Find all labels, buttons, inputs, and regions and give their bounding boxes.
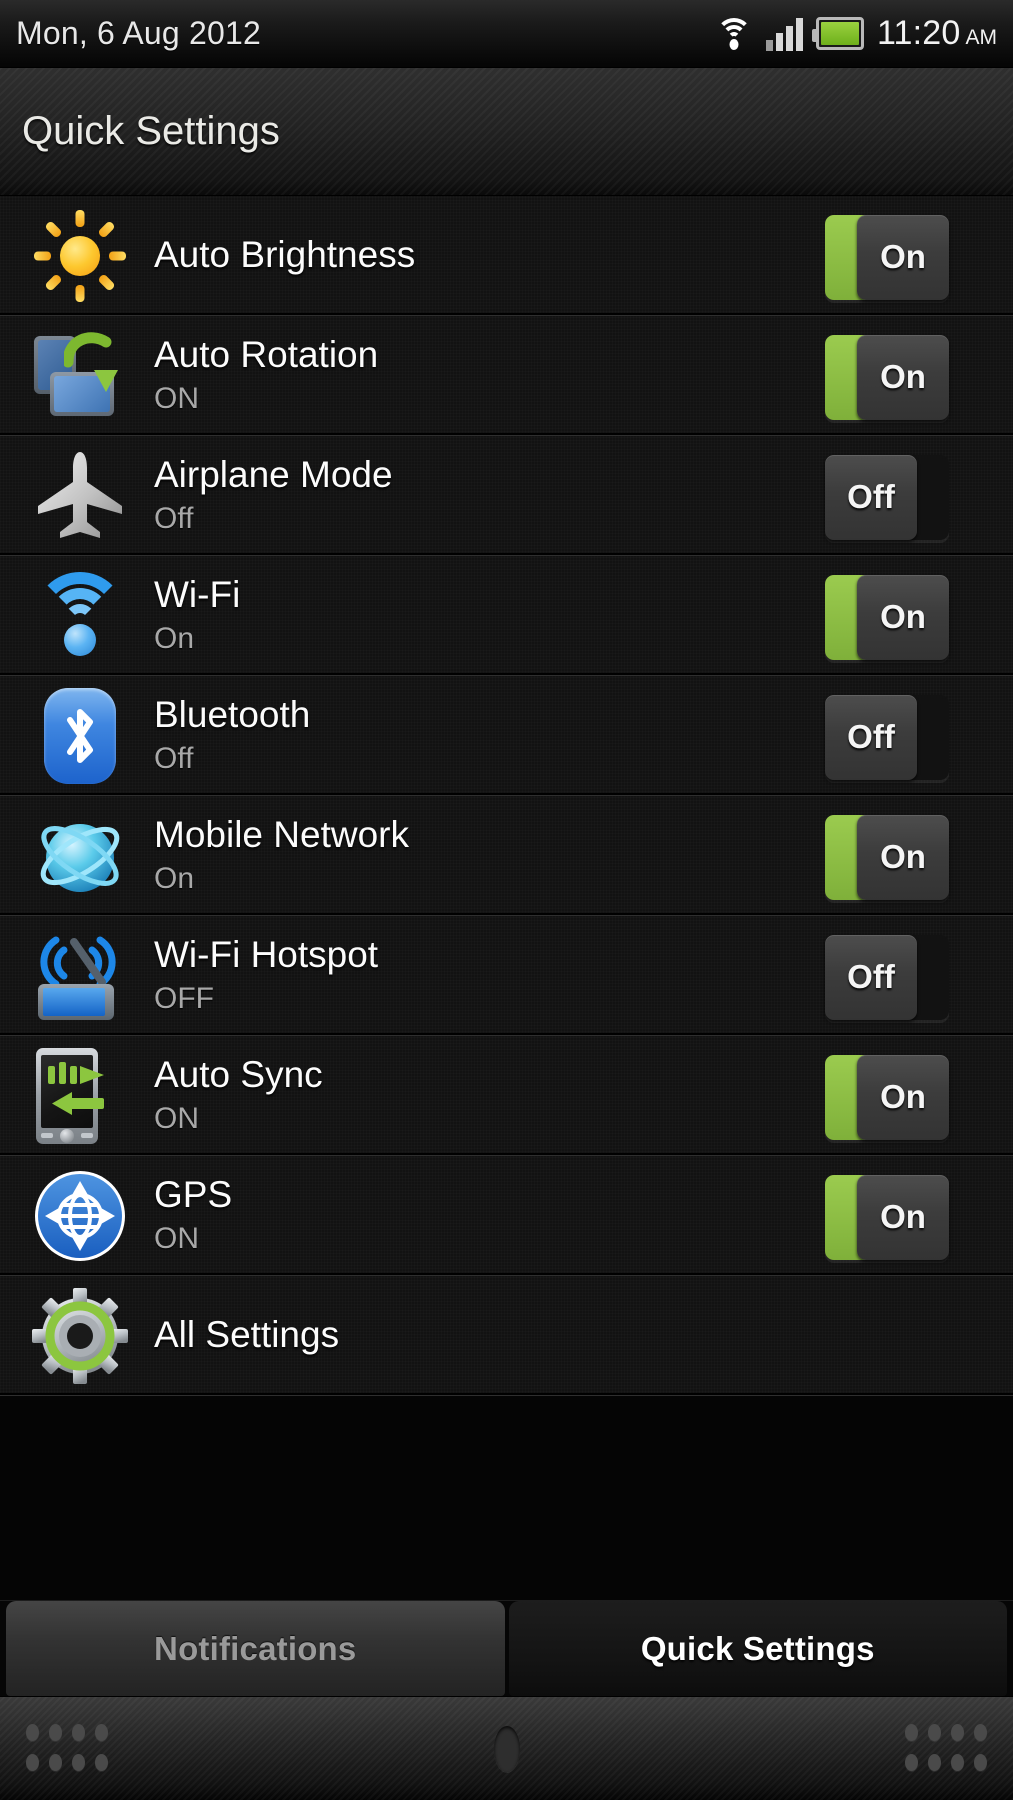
toggle-label: On [880, 598, 926, 635]
setting-row-text: GPS ON [132, 1164, 817, 1268]
setting-row-bluetooth[interactable]: Bluetooth Off Off [0, 676, 1013, 796]
toggle-gps[interactable]: On [817, 1156, 1013, 1276]
gps-icon [28, 1164, 132, 1268]
handle-center-grip [493, 1725, 520, 1772]
toggle-auto-sync[interactable]: On [817, 1036, 1013, 1156]
toggle-label: On [880, 1198, 926, 1235]
setting-subtitle: ON [154, 1102, 199, 1136]
setting-row-wifi-hotspot[interactable]: Wi-Fi Hotspot OFF Off [0, 916, 1013, 1036]
setting-subtitle: Off [154, 742, 194, 776]
auto-rotation-icon [28, 324, 132, 428]
toggle-label: On [880, 358, 926, 395]
setting-title: Airplane Mode [154, 454, 393, 496]
status-bar: Mon, 6 Aug 2012 11:20 AM [0, 0, 1013, 68]
wifi-hotspot-icon [28, 924, 132, 1028]
status-bar-icons: 11:20 AM [715, 14, 997, 53]
brightness-sun-icon [28, 204, 132, 308]
setting-row-text: Auto Sync ON [132, 1044, 817, 1148]
setting-row-gps[interactable]: GPS ON On [0, 1156, 1013, 1276]
tab-label: Quick Settings [640, 1629, 875, 1667]
toggle-bluetooth[interactable]: Off [817, 676, 1013, 796]
status-bar-ampm: AM [965, 26, 998, 49]
setting-subtitle: ON [154, 1222, 199, 1256]
grip-dots-left [26, 1723, 108, 1774]
setting-subtitle: Off [154, 502, 194, 536]
tab-quick-settings[interactable]: Quick Settings [508, 1601, 1007, 1696]
setting-subtitle: OFF [154, 982, 214, 1016]
tab-notifications[interactable]: Notifications [6, 1601, 505, 1696]
toggle-mobile-network[interactable]: On [817, 796, 1013, 916]
setting-title: Auto Sync [154, 1054, 323, 1096]
setting-row-text: All Settings [132, 1284, 817, 1388]
status-bar-date: Mon, 6 Aug 2012 [16, 15, 261, 51]
setting-title: Bluetooth [154, 694, 311, 736]
setting-row-auto-sync[interactable]: Auto Sync ON On [0, 1036, 1013, 1156]
setting-row-airplane-mode[interactable]: Airplane Mode Off Off [0, 436, 1013, 556]
setting-row-mobile-network[interactable]: Mobile Network On On [0, 796, 1013, 916]
toggle-auto-rotation[interactable]: On [817, 316, 1013, 436]
wifi-icon [715, 17, 753, 50]
tab-label: Notifications [154, 1629, 357, 1667]
toggle-wifi-hotspot[interactable]: Off [817, 916, 1013, 1036]
auto-sync-icon [28, 1044, 132, 1148]
toggle-label: Off [847, 718, 895, 755]
toggle-airplane-mode[interactable]: Off [817, 436, 1013, 556]
setting-row-text: Wi-Fi On [132, 564, 817, 668]
setting-row-wifi[interactable]: Wi-Fi On On [0, 556, 1013, 676]
setting-row-text: Airplane Mode Off [132, 444, 817, 548]
page-title: Quick Settings [22, 109, 280, 153]
setting-row-auto-rotation[interactable]: Auto Rotation ON On [0, 316, 1013, 436]
toggle-label: On [880, 1078, 926, 1115]
setting-row-text: Auto Rotation ON [132, 324, 817, 428]
setting-title: GPS [154, 1174, 233, 1216]
setting-title: Mobile Network [154, 814, 409, 856]
toggle-label: Off [847, 478, 895, 515]
setting-row-auto-brightness[interactable]: Auto Brightness On [0, 196, 1013, 316]
drag-handle[interactable] [0, 1696, 1013, 1800]
setting-title: All Settings [154, 1314, 340, 1356]
setting-title: Auto Rotation [154, 334, 379, 376]
setting-subtitle: On [154, 862, 195, 896]
setting-subtitle: On [154, 622, 195, 656]
mobile-network-icon [28, 804, 132, 908]
toggle-label: Off [847, 958, 895, 995]
setting-row-text: Wi-Fi Hotspot OFF [132, 924, 817, 1028]
panel-header: Quick Settings [0, 68, 1013, 196]
all-settings-spacer [817, 1276, 1013, 1396]
tab-bar: Notifications Quick Settings [0, 1600, 1013, 1696]
setting-title: Wi-Fi [154, 574, 241, 616]
gear-icon [28, 1284, 132, 1388]
battery-icon [811, 17, 864, 50]
setting-row-text: Auto Brightness [132, 204, 817, 308]
toggle-wifi[interactable]: On [817, 556, 1013, 676]
setting-row-text: Bluetooth Off [132, 684, 817, 788]
wifi-icon [28, 564, 132, 668]
grip-dots-right [905, 1723, 987, 1774]
quick-settings-list: Auto Brightness On Auto Rotation ON On A… [0, 196, 1013, 1396]
status-bar-clock: 11:20 AM [877, 14, 997, 53]
setting-title: Auto Brightness [154, 234, 416, 276]
notification-shade: Mon, 6 Aug 2012 11:20 AM Quick Settings [0, 0, 1013, 1800]
status-bar-time: 11:20 [876, 14, 961, 52]
setting-row-text: Mobile Network On [132, 804, 817, 908]
toggle-label: On [880, 838, 926, 875]
setting-row-all-settings[interactable]: All Settings [0, 1276, 1013, 1396]
toggle-auto-brightness[interactable]: On [817, 196, 1013, 316]
signal-bars-icon [765, 17, 803, 51]
setting-subtitle: ON [154, 382, 199, 416]
bluetooth-icon [28, 684, 132, 788]
toggle-label: On [880, 238, 926, 275]
airplane-icon [28, 444, 132, 548]
setting-title: Wi-Fi Hotspot [154, 934, 379, 976]
